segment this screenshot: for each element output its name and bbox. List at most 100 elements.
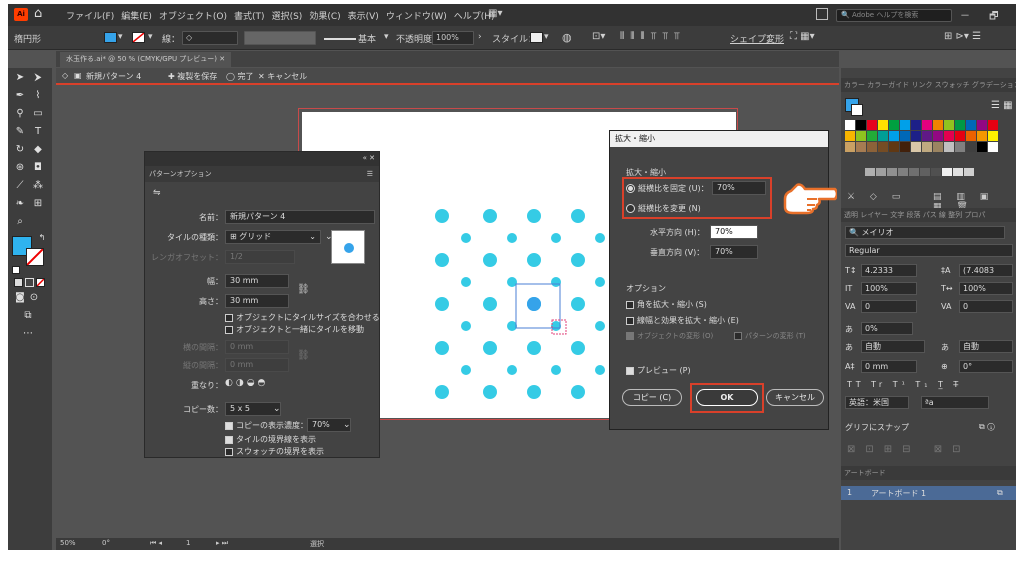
- scale-corners-checkbox[interactable]: 角を拡大・縮小 (S): [626, 299, 707, 310]
- swatch-chip[interactable]: [920, 168, 930, 176]
- warp-tool-icon[interactable]: ⊛: [14, 162, 26, 174]
- eraser-tool-icon[interactable]: ◆: [32, 144, 44, 156]
- artboard-options-icon[interactable]: ⧉: [997, 488, 1003, 498]
- swatch-chip[interactable]: [878, 142, 888, 152]
- link-size-icon[interactable]: ⛓: [297, 284, 310, 295]
- menu-view[interactable]: 表示(V): [348, 9, 379, 22]
- swatch-chip[interactable]: [845, 142, 855, 152]
- swatch-chip[interactable]: [889, 120, 899, 130]
- symbol-sprayer-tool-icon[interactable]: ❧: [14, 198, 26, 210]
- color-mode-icon[interactable]: [14, 278, 23, 287]
- move-tile-with-art-checkbox[interactable]: オブジェクトと一緒にタイルを移動: [225, 324, 364, 335]
- char-rotation-field[interactable]: 0°: [959, 360, 1013, 373]
- fill-dropdown-icon[interactable]: ▾: [118, 32, 123, 42]
- swatch-chip[interactable]: [887, 168, 897, 176]
- arrange-documents-icon[interactable]: [816, 8, 828, 20]
- swatch-chip[interactable]: [944, 142, 954, 152]
- color-panel-tabs[interactable]: カラー カラーガイド リンク スウォッチ グラデーション: [841, 78, 1016, 92]
- panel-header[interactable]: « ✕: [145, 152, 379, 166]
- swatch-chip[interactable]: [933, 142, 943, 152]
- swatch-chip[interactable]: [878, 120, 888, 130]
- fill-swatch[interactable]: [104, 32, 117, 43]
- swatch-chip[interactable]: [909, 168, 919, 176]
- curvature-tool-icon[interactable]: ⌇: [32, 90, 44, 102]
- swatch-chip[interactable]: [988, 120, 998, 130]
- tile-tool-icon[interactable]: ⇋: [153, 188, 161, 198]
- swatch-chip[interactable]: [856, 120, 866, 130]
- horizontal-scale-field[interactable]: 70%: [710, 225, 758, 239]
- copy-button[interactable]: コピー (C): [622, 389, 682, 406]
- back-arrow-icon[interactable]: ◇: [62, 71, 68, 80]
- swatch-chip[interactable]: [867, 120, 877, 130]
- stroke-swatch[interactable]: [132, 32, 145, 43]
- menu-window[interactable]: ウィンドウ(W): [386, 9, 447, 22]
- swatch-chip[interactable]: [966, 131, 976, 141]
- swatch-chip[interactable]: [931, 168, 941, 176]
- width-field[interactable]: 30 mm: [225, 274, 289, 288]
- menu-type[interactable]: 書式(T): [234, 9, 265, 22]
- swatch-chip[interactable]: [966, 120, 976, 130]
- swatch-chip[interactable]: [933, 131, 943, 141]
- swatch-chip[interactable]: [889, 142, 899, 152]
- menu-object[interactable]: オブジェクト(O): [159, 9, 227, 22]
- edit-toolbar-icon[interactable]: ⋯: [22, 328, 34, 340]
- character-panel-tabs[interactable]: 透明 レイヤー 文字 段落 パス 線 整列 プロパ: [841, 208, 1016, 222]
- aki-left-field[interactable]: 自動: [861, 340, 925, 353]
- v-spacing-field[interactable]: 0 mm: [225, 358, 289, 372]
- panel-menu-icon[interactable]: ☰: [367, 166, 373, 182]
- swatch-stroke-icon[interactable]: [851, 104, 863, 116]
- show-tile-edge-box[interactable]: [225, 435, 233, 444]
- rectangle-tool-icon[interactable]: ▭: [32, 108, 44, 120]
- link-spacing-icon[interactable]: ⛓: [297, 350, 310, 361]
- language-dropdown[interactable]: 英語：米国: [845, 396, 909, 409]
- cancel-button[interactable]: キャンセル: [766, 389, 824, 406]
- swatch-chip[interactable]: [988, 142, 998, 152]
- panel-options-icon[interactable]: ⊞ ⊳▾ ☰: [944, 31, 981, 42]
- vertical-scale-field[interactable]: 70%: [710, 245, 758, 259]
- swatch-chip[interactable]: [955, 120, 965, 130]
- default-colors-icon[interactable]: [12, 266, 20, 274]
- type-tool-icon[interactable]: T: [32, 126, 44, 138]
- scale-strokes-box[interactable]: [626, 316, 634, 325]
- h-spacing-field[interactable]: 0 mm: [225, 340, 289, 354]
- panel-collapse-icon[interactable]: « ✕: [363, 154, 375, 162]
- show-swatch-bounds-checkbox[interactable]: スウォッチの境界を表示: [225, 446, 324, 457]
- stroke-weight-field[interactable]: ◇: [182, 31, 238, 45]
- transform-label[interactable]: 変形: [766, 32, 784, 45]
- preview-checkbox[interactable]: プレビュー (P): [626, 365, 691, 376]
- swatch-chip[interactable]: [867, 142, 877, 152]
- dim-copies-box[interactable]: [225, 421, 233, 430]
- done-button[interactable]: ◯ 完了: [226, 71, 254, 82]
- eyedropper-tool-icon[interactable]: ⟋: [14, 180, 26, 192]
- preview-box[interactable]: [626, 366, 634, 375]
- swatch-chip[interactable]: [911, 131, 921, 141]
- scale-strokes-checkbox[interactable]: 線幅と効果を拡大・縮小 (E): [626, 315, 739, 326]
- leading-field[interactable]: (7.4083: [959, 264, 1013, 277]
- font-size-field[interactable]: 4.2333: [861, 264, 917, 277]
- paintbrush-tool-icon[interactable]: ⚲: [14, 108, 26, 120]
- show-tile-edge-checkbox[interactable]: タイルの境界線を表示: [225, 434, 316, 445]
- vertical-scale-field[interactable]: 100%: [861, 282, 917, 295]
- tsume-field[interactable]: 0%: [861, 322, 913, 335]
- transform-objects-checkbox[interactable]: オブジェクトの変形 (O): [626, 331, 713, 341]
- baseline-field[interactable]: 0 mm: [861, 360, 917, 373]
- swatch-chip[interactable]: [944, 120, 954, 130]
- size-tile-to-art-checkbox[interactable]: オブジェクトにタイルサイズを合わせる: [225, 312, 380, 323]
- workspace-switcher-icon[interactable]: ▦▾: [488, 8, 512, 21]
- swatch-chip[interactable]: [911, 142, 921, 152]
- prev-artboard-icon[interactable]: ⏮ ◂: [150, 539, 162, 548]
- swatch-chip[interactable]: [977, 142, 987, 152]
- swatch-grid[interactable]: [845, 120, 1005, 184]
- swatch-chip[interactable]: [845, 120, 855, 130]
- artboard-number-field[interactable]: 1: [186, 539, 190, 547]
- font-family-field[interactable]: 🔍 メイリオ: [845, 226, 1005, 239]
- stroke-dropdown-icon[interactable]: ▾: [148, 32, 153, 42]
- brick-offset-dropdown[interactable]: 1/2: [225, 250, 295, 264]
- graphic-style-swatch[interactable]: [530, 32, 543, 43]
- move-tile-with-art-box[interactable]: [225, 325, 233, 334]
- scale-corners-box[interactable]: [626, 300, 634, 309]
- swatch-chip[interactable]: [900, 120, 910, 130]
- swatch-chip[interactable]: [922, 131, 932, 141]
- close-tab-icon[interactable]: ✕: [219, 55, 225, 63]
- brush-dropdown-icon[interactable]: ▾: [384, 32, 389, 42]
